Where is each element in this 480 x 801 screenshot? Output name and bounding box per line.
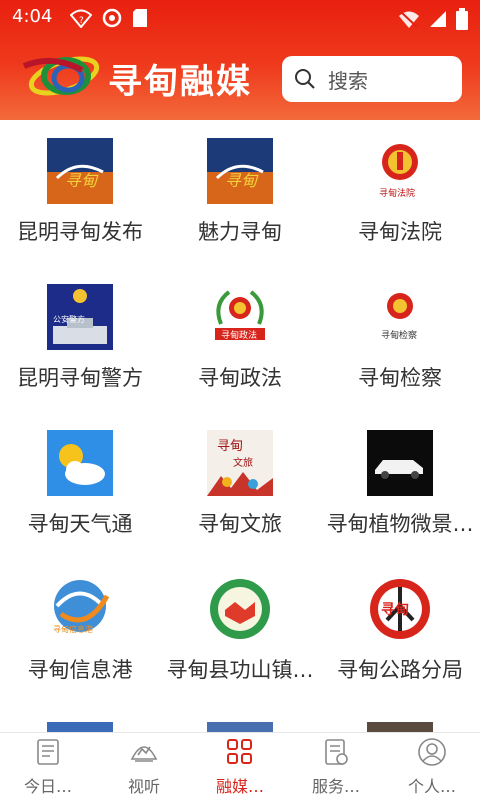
grid-item-xundian-culture-tourism[interactable]: 寻甸 文旅 寻甸文旅	[160, 412, 320, 558]
svg-text:寻甸: 寻甸	[217, 439, 243, 454]
grid-item-meili-xundian[interactable]: 寻甸 魅力寻甸	[160, 120, 320, 266]
nav-item-today[interactable]: 今日…	[0, 733, 96, 801]
court-emblem-icon: 寻甸法院	[367, 138, 433, 204]
svg-text:寻甸: 寻甸	[65, 171, 99, 190]
grid-label: 寻甸信息港	[27, 658, 133, 682]
svg-text:公安警方: 公安警方	[53, 314, 85, 324]
nav-label: 融媒…	[215, 777, 264, 796]
grid-label: 寻甸公路分局	[337, 658, 463, 682]
search-placeholder: 搜索	[328, 68, 368, 93]
user-icon	[418, 738, 446, 766]
grid-item-kunming-xundian-fabu[interactable]: 寻甸 昆明寻甸发布	[0, 120, 160, 266]
xundian-sky-logo-icon: 寻甸	[207, 138, 273, 204]
search-box[interactable]: 搜索	[282, 56, 462, 102]
nav-item-audiovisual[interactable]: 视听	[96, 733, 192, 801]
wifi-off-icon	[399, 11, 419, 28]
grid-label: 魅力寻甸	[198, 220, 282, 244]
app-logo	[22, 56, 100, 96]
white-car-icon	[367, 430, 433, 496]
grid-label: 寻甸文旅	[198, 512, 282, 536]
search-icon	[295, 69, 315, 89]
grid-item-xundian-court[interactable]: 寻甸法院 寻甸法院	[320, 120, 480, 266]
grid-label: 寻甸检察	[358, 366, 442, 390]
svg-text:?: ?	[79, 16, 84, 26]
news-icon	[37, 739, 59, 765]
grid-label: 昆明寻甸警方	[17, 366, 143, 390]
svg-text:寻甸信息港: 寻甸信息港	[53, 624, 93, 634]
police-building-icon: 公安警方	[47, 284, 113, 350]
next-row-thumb-partial	[207, 722, 273, 732]
weather-sun-cloud-icon	[47, 430, 113, 496]
grid-item-xundian-politics-law[interactable]: 寻甸政法 寻甸政法	[160, 266, 320, 412]
procuratorate-emblem-icon: 寻甸检察	[367, 284, 433, 350]
svg-text:寻甸检察: 寻甸检察	[381, 329, 417, 341]
status-time: 4:04	[12, 6, 53, 27]
grid-label: 昆明寻甸发布	[17, 220, 143, 244]
grid-item-xundian-gongshan-town[interactable]: 寻甸县功山镇…	[160, 558, 320, 704]
svg-text:寻甸政法: 寻甸政法	[221, 329, 257, 341]
nav-label: 视听	[127, 777, 160, 796]
svg-text:寻甸: 寻甸	[381, 601, 409, 618]
info-port-logo-icon: 寻甸信息港	[47, 576, 113, 642]
next-row-thumb-partial	[367, 722, 433, 732]
grid-label: 寻甸县功山镇…	[166, 658, 314, 682]
culture-tourism-icon: 寻甸文旅	[207, 430, 273, 496]
grid-item-xundian-procuratorate[interactable]: 寻甸检察 寻甸检察	[320, 266, 480, 412]
svg-text:寻甸: 寻甸	[225, 171, 259, 190]
grid-item-kunming-xundian-police[interactable]: 公安警方 昆明寻甸警方	[0, 266, 160, 412]
bottom-navigation: 今日… 视听 融媒… 服务… 个人…	[0, 732, 480, 801]
next-row-thumb-partial	[47, 722, 113, 732]
grid-label: 寻甸植物微景…	[326, 512, 474, 536]
status-bar: 4:04 ?	[0, 0, 480, 36]
video-icon	[130, 746, 158, 762]
grid-icon	[227, 739, 252, 764]
handshake-emblem-icon	[207, 576, 273, 642]
grid-label: 寻甸法院	[358, 220, 442, 244]
nav-label: 服务…	[311, 777, 360, 796]
grid-label: 寻甸政法	[198, 366, 282, 390]
grid-item-xundian-weather[interactable]: 寻甸天气通	[0, 412, 160, 558]
grid-item-xundian-plant-microscape[interactable]: 寻甸植物微景…	[320, 412, 480, 558]
sd-card-icon	[133, 9, 147, 27]
grid-label: 寻甸天气通	[27, 512, 133, 536]
svg-text:文旅: 文旅	[233, 456, 253, 469]
politics-law-emblem-icon: 寻甸政法	[207, 284, 273, 350]
grid-item-xundian-info-port[interactable]: 寻甸信息港 寻甸信息港	[0, 558, 160, 704]
signal-icon	[430, 11, 446, 27]
svg-text:寻甸法院: 寻甸法院	[379, 187, 415, 199]
app-header: 4:04 ? 寻甸融媒 搜索	[0, 0, 480, 120]
brand-title: 寻甸融媒	[108, 62, 252, 102]
service-icon	[325, 739, 348, 765]
blocked-icon	[102, 8, 122, 28]
nav-label: 今日…	[23, 777, 72, 796]
road-bureau-logo-icon: 寻甸	[367, 576, 433, 642]
xundian-sky-logo-icon: 寻甸	[47, 138, 113, 204]
wifi-question-icon: ?	[70, 9, 92, 28]
grid-item-xundian-highway-bureau[interactable]: 寻甸 寻甸公路分局	[320, 558, 480, 704]
nav-label: 个人…	[407, 777, 456, 796]
nav-item-service[interactable]: 服务…	[288, 733, 384, 801]
battery-icon	[456, 8, 468, 30]
media-grid: 寻甸 昆明寻甸发布 寻甸 魅力寻甸 寻甸法院 寻甸法院 公安警方 昆明寻甸警方 …	[0, 120, 480, 732]
nav-item-profile[interactable]: 个人…	[384, 733, 480, 801]
nav-item-media[interactable]: 融媒…	[192, 733, 288, 801]
